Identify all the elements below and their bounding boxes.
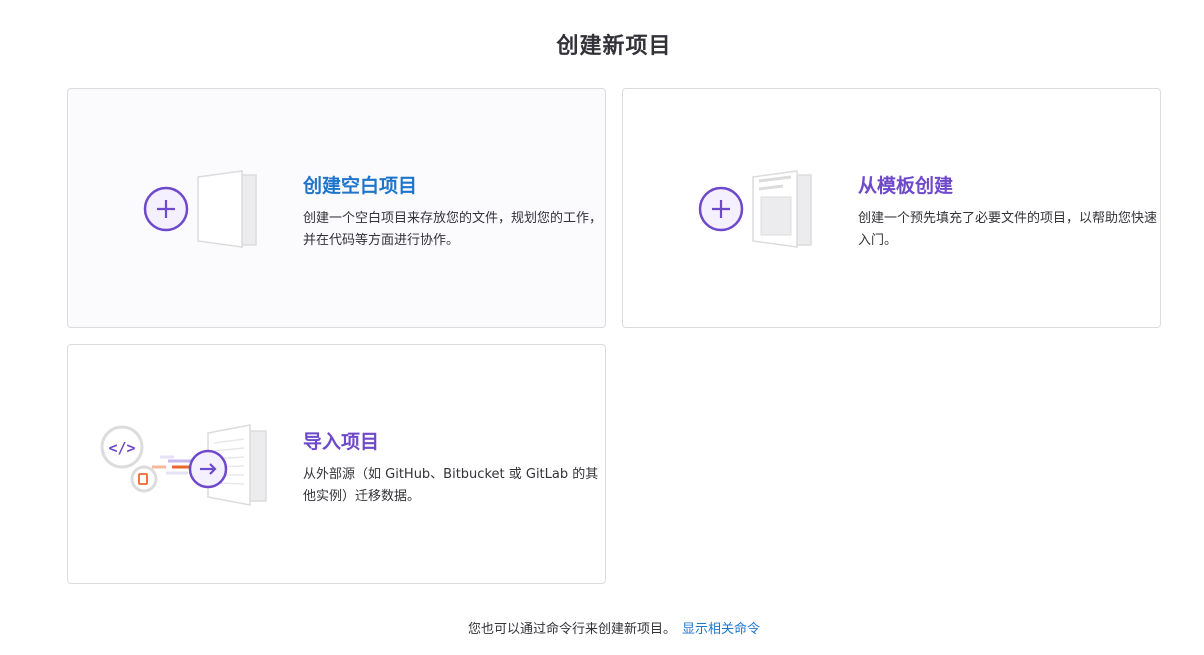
import-project-description: 从外部源（如 GitHub、Bitbucket 或 GitLab 的其他实例）迁… [303,467,599,504]
create-blank-project-description: 创建一个空白项目来存放您的文件，规划您的工作，并在代码等方面进行协作。 [303,211,603,248]
import-project-card[interactable]: </> 导入项目 从外部源（如 GitHub、Bitbucket 或 GitLa… [67,344,606,584]
create-blank-project-card[interactable]: 创建空白项目 创建一个空白项目来存放您的文件，规划您的工作，并在代码等方面进行协… [67,88,606,328]
create-from-template-card[interactable]: 从模板创建 创建一个预先填充了必要文件的项目，以帮助您快速入门。 [622,88,1161,328]
command-line-hint: 您也可以通过命令行来创建新项目。 显示相关命令 [0,618,1204,637]
page-title: 创建新项目 [556,34,672,59]
template-project-icon [698,170,812,248]
show-commands-link[interactable]: 显示相关命令 [682,622,760,637]
create-from-template-title: 从模板创建 [858,175,954,197]
command-line-hint-text: 您也可以通过命令行来创建新项目。 [467,622,676,637]
import-project-icon: </> [100,424,267,506]
create-blank-project-title: 创建空白项目 [303,175,418,197]
blank-project-icon [143,170,257,248]
create-from-template-description: 创建一个预先填充了必要文件的项目，以帮助您快速入门。 [858,211,1158,248]
import-project-title: 导入项目 [303,431,380,453]
svg-text:</>: </> [108,439,135,457]
new-project-page: 创建新项目 创建空白项目 创建一个空白项目来存放您的文件，规划您的工作，并在代码… [0,0,1204,655]
